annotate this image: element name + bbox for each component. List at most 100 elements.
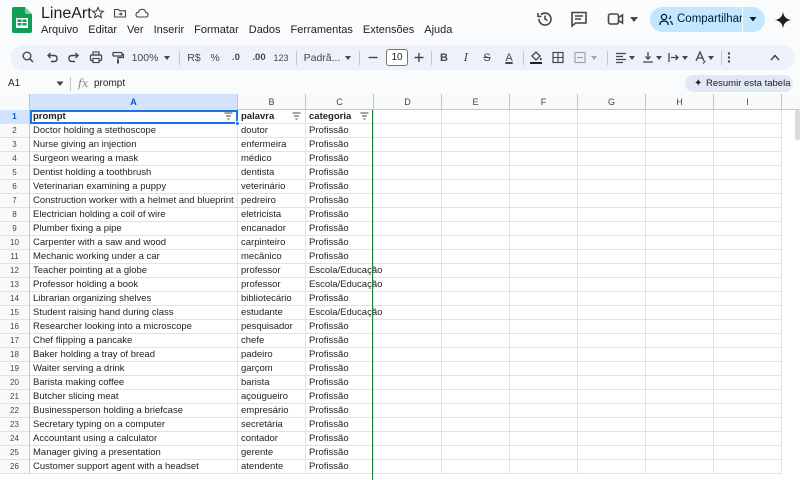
cell[interactable]: Secretary typing on a computer <box>30 418 238 432</box>
cell[interactable] <box>646 432 714 446</box>
italic-button[interactable]: I <box>460 45 472 70</box>
cell[interactable]: Profissão <box>306 432 374 446</box>
cell[interactable] <box>646 180 714 194</box>
cell[interactable] <box>646 362 714 376</box>
cell[interactable] <box>646 194 714 208</box>
cell[interactable] <box>714 362 782 376</box>
row-header[interactable]: 14 <box>0 292 30 306</box>
cell[interactable]: Waiter serving a drink <box>30 362 238 376</box>
cell[interactable] <box>510 138 578 152</box>
cell[interactable]: barista <box>238 376 306 390</box>
cell[interactable] <box>578 278 646 292</box>
cell[interactable]: Profissão <box>306 250 374 264</box>
cell[interactable] <box>714 376 782 390</box>
cell[interactable]: dentista <box>238 166 306 180</box>
column-header-d[interactable]: D <box>374 94 442 110</box>
row-header[interactable]: 21 <box>0 390 30 404</box>
cell[interactable]: Profissão <box>306 166 374 180</box>
cell[interactable] <box>578 320 646 334</box>
cell[interactable] <box>578 334 646 348</box>
cell[interactable] <box>510 152 578 166</box>
fill-color-icon[interactable] <box>529 45 543 70</box>
cell[interactable] <box>510 320 578 334</box>
cell[interactable] <box>578 348 646 362</box>
cell[interactable] <box>646 250 714 264</box>
formula-input[interactable]: prompt <box>94 78 125 89</box>
chevron-up-icon[interactable] <box>769 45 781 70</box>
undo-icon[interactable] <box>45 45 59 70</box>
cell[interactable] <box>374 166 442 180</box>
cell[interactable]: mecânico <box>238 250 306 264</box>
cell[interactable] <box>374 390 442 404</box>
cell[interactable]: Doctor holding a stethoscope <box>30 124 238 138</box>
chevron-down-icon[interactable] <box>655 45 663 70</box>
history-icon[interactable] <box>535 9 555 29</box>
cell[interactable] <box>646 390 714 404</box>
cell[interactable] <box>374 334 442 348</box>
cell[interactable] <box>646 418 714 432</box>
cell[interactable] <box>374 348 442 362</box>
cell[interactable] <box>578 236 646 250</box>
cell[interactable] <box>646 292 714 306</box>
cell[interactable] <box>646 264 714 278</box>
cell[interactable] <box>714 460 782 474</box>
cell[interactable] <box>714 432 782 446</box>
row-header[interactable]: 26 <box>0 460 30 474</box>
cell[interactable] <box>442 390 510 404</box>
cell[interactable] <box>510 264 578 278</box>
cell[interactable]: Profissão <box>306 180 374 194</box>
cell[interactable] <box>442 460 510 474</box>
cell[interactable] <box>374 222 442 236</box>
cell[interactable] <box>714 278 782 292</box>
filter-icon[interactable] <box>360 112 369 120</box>
cell[interactable] <box>714 124 782 138</box>
cell[interactable] <box>646 460 714 474</box>
cell[interactable] <box>510 250 578 264</box>
cell[interactable] <box>374 110 442 124</box>
cell[interactable] <box>714 320 782 334</box>
cell[interactable] <box>510 362 578 376</box>
cell[interactable] <box>442 208 510 222</box>
cell[interactable]: Profissão <box>306 376 374 390</box>
cell[interactable]: doutor <box>238 124 306 138</box>
cell[interactable] <box>510 222 578 236</box>
cell[interactable] <box>374 446 442 460</box>
cell[interactable] <box>646 306 714 320</box>
cell[interactable] <box>714 306 782 320</box>
cell[interactable]: empresário <box>238 404 306 418</box>
cell[interactable]: Profissão <box>306 208 374 222</box>
cell[interactable]: Profissão <box>306 194 374 208</box>
cell[interactable]: Teacher pointing at a globe <box>30 264 238 278</box>
cloud-status-icon[interactable] <box>135 6 149 20</box>
share-button[interactable]: Compartilhar <box>650 7 765 32</box>
cell[interactable] <box>374 460 442 474</box>
cell[interactable] <box>714 404 782 418</box>
cell[interactable] <box>714 418 782 432</box>
menu-dados[interactable]: Dados <box>249 24 281 36</box>
column-header-i[interactable]: I <box>714 94 782 110</box>
cell[interactable] <box>510 404 578 418</box>
name-box[interactable]: A1 <box>8 78 20 89</box>
row-header[interactable]: 1 <box>0 110 30 124</box>
menu-ajuda[interactable]: Ajuda <box>424 24 452 36</box>
cell[interactable]: Profissão <box>306 446 374 460</box>
row-header[interactable]: 20 <box>0 376 30 390</box>
cell[interactable]: atendente <box>238 460 306 474</box>
cell[interactable]: secretária <box>238 418 306 432</box>
cell[interactable] <box>714 110 782 124</box>
cell[interactable]: Construction worker with a helmet and bl… <box>30 194 238 208</box>
filter-icon[interactable] <box>292 112 301 120</box>
cell[interactable] <box>374 124 442 138</box>
cell[interactable]: Customer support agent with a headset <box>30 460 238 474</box>
zoom-select[interactable]: 100% <box>131 45 159 70</box>
header-cell[interactable]: prompt <box>30 110 238 124</box>
cell[interactable]: Businessperson holding a briefcase <box>30 404 238 418</box>
cell[interactable]: Student raising hand during class <box>30 306 238 320</box>
cell[interactable]: eletricista <box>238 208 306 222</box>
sheets-logo-icon[interactable] <box>12 7 32 33</box>
cell[interactable] <box>646 138 714 152</box>
cell[interactable] <box>646 404 714 418</box>
merge-cells-icon[interactable] <box>573 45 587 70</box>
cell[interactable]: Profissão <box>306 390 374 404</box>
menu-ver[interactable]: Ver <box>127 24 144 36</box>
